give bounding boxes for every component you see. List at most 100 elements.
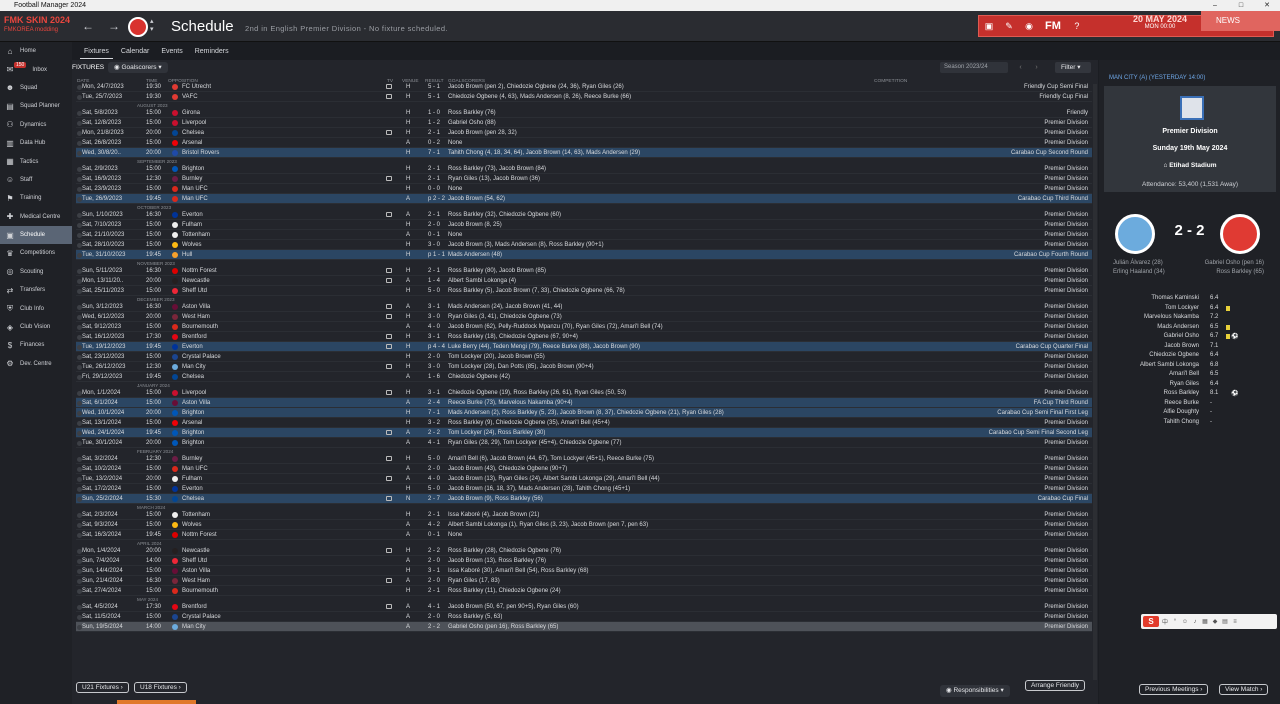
player-rating-row[interactable]: Reece Burke -: [1109, 399, 1269, 409]
sidebar-item-medical-centre[interactable]: ✚ Medical Centre: [0, 208, 72, 226]
fixture-opposition[interactable]: VAFC: [182, 92, 198, 102]
fixture-opposition[interactable]: Liverpool: [182, 388, 206, 398]
fixture-row[interactable]: Sat, 27/4/2024 15:00 Bournemouth H 2 - 1 Ross…: [76, 586, 1092, 596]
fixture-opposition[interactable]: West Ham: [182, 312, 210, 322]
ime-toolbar[interactable]: S 中 ° ☺ ♪ ▦ ◆ ▤ ≡: [1141, 614, 1277, 629]
responsibilities-button[interactable]: ◉ Responsibilities ▾: [940, 685, 1010, 697]
sidebar-item-squad[interactable]: ☻ Squad: [0, 79, 72, 97]
fixture-row[interactable]: Sat, 21/10/2023 15:00 Tottenham A 0 - 1 None P…: [76, 230, 1092, 240]
fixture-opposition[interactable]: FC Utrecht: [182, 82, 211, 92]
fixture-row[interactable]: Sat, 5/8/2023 15:00 Girona H 1 - 0 Ross Barkl…: [76, 108, 1092, 118]
fixture-row[interactable]: Sun, 21/4/2024 16:30 West Ham A 2 - 0 Ryan Gi…: [76, 576, 1092, 586]
player-rating-row[interactable]: Amari'l Bell 6.5: [1109, 370, 1269, 380]
maximize-button[interactable]: □: [1228, 0, 1254, 11]
fixture-row[interactable]: Sat, 9/12/2023 15:00 Bournemouth A 4 - 0 Jaco…: [76, 322, 1092, 332]
fixture-opposition[interactable]: Man UFC: [182, 464, 208, 474]
fixture-row[interactable]: Sat, 25/11/2023 15:00 Sheff Utd H 5 - 0 Ross …: [76, 286, 1092, 296]
fixture-row[interactable]: Sat, 10/2/2024 15:00 Man UFC A 2 - 0 Jacob Br…: [76, 464, 1092, 474]
fixture-opposition[interactable]: Bristol Rovers: [182, 148, 219, 158]
sidebar-item-transfers[interactable]: ⇄ Transfers: [0, 281, 72, 299]
ime-emoji-icon[interactable]: ☺: [1181, 619, 1189, 625]
edit-icon[interactable]: ✎: [999, 21, 1019, 32]
next-season-chevron-icon[interactable]: ›: [1030, 62, 1043, 73]
match-header[interactable]: MAN CITY (A) (YESTERDAY 14:00): [1109, 75, 1205, 81]
fixture-row[interactable]: Mon, 1/4/2024 20:00 Newcastle H 2 - 2 Ross Ba…: [76, 546, 1092, 556]
fixture-opposition[interactable]: Chelsea: [182, 494, 204, 504]
help-icon[interactable]: ?: [1067, 21, 1087, 31]
tab-fixtures[interactable]: Fixtures: [80, 45, 113, 59]
news-button[interactable]: NEWS: [1201, 11, 1280, 31]
fixture-row[interactable]: Mon, 1/1/2024 15:00 Liverpool H 3 - 1 Chiedoz…: [76, 388, 1092, 398]
fixture-opposition[interactable]: Hull: [182, 250, 192, 260]
fixture-opposition[interactable]: Crystal Palace: [182, 612, 221, 622]
fixture-row[interactable]: Sat, 4/5/2024 17:30 Brentford A 4 - 1 Jacob B…: [76, 602, 1092, 612]
fixture-opposition[interactable]: Aston Villa: [182, 566, 210, 576]
filter-button[interactable]: Filter ▾: [1055, 62, 1091, 73]
fixture-opposition[interactable]: Brentford: [182, 602, 207, 612]
fixture-row[interactable]: Sun, 14/4/2024 15:00 Aston Villa H 3 - 1 Issa…: [76, 566, 1092, 576]
view-match-button[interactable]: View Match ›: [1219, 684, 1269, 695]
player-rating-row[interactable]: Gabriel Osho 6.7 ⚽: [1109, 332, 1269, 342]
fixture-opposition[interactable]: Brighton: [182, 408, 204, 418]
fixture-row[interactable]: Sun, 1/10/2023 16:30 Everton A 2 - 1 Ross Bar…: [76, 210, 1092, 220]
fixture-row[interactable]: Sat, 16/12/2023 17:30 Brentford H 3 - 1 Ross …: [76, 332, 1092, 342]
ime-tools-icon[interactable]: ▤: [1221, 618, 1229, 625]
fixture-row[interactable]: Sun, 19/5/2024 14:00 Man City A 2 - 2 Gabriel…: [76, 622, 1092, 632]
fixture-opposition[interactable]: Chelsea: [182, 128, 204, 138]
fixture-opposition[interactable]: Man City: [182, 362, 206, 372]
forward-arrow-icon[interactable]: →: [108, 19, 120, 33]
fixture-opposition[interactable]: Crystal Palace: [182, 352, 221, 362]
fixture-row[interactable]: Sat, 23/12/2023 15:00 Crystal Palace H 2 - 0…: [76, 352, 1092, 362]
fixture-opposition[interactable]: Brighton: [182, 428, 204, 438]
sidebar-item-club-vision[interactable]: ◈ Club Vision: [0, 318, 72, 336]
minimize-button[interactable]: –: [1202, 0, 1228, 11]
fixture-opposition[interactable]: Brighton: [182, 438, 204, 448]
fixture-row[interactable]: Sat, 3/2/2024 12:30 Burnley H 5 - 0 Amari'l B…: [76, 454, 1092, 464]
fixture-opposition[interactable]: Newcastle: [182, 546, 210, 556]
ime-skin-icon[interactable]: ◆: [1211, 618, 1219, 625]
player-rating-row[interactable]: Jacob Brown 7.1: [1109, 342, 1269, 352]
fixture-opposition[interactable]: Tottenham: [182, 510, 210, 520]
fixture-row[interactable]: Tue, 30/1/2024 20:00 Brighton A 4 - 1 Ryan Gi…: [76, 438, 1092, 448]
arrange-friendly-button[interactable]: Arrange Friendly: [1025, 680, 1086, 691]
id-card-icon[interactable]: ▣: [979, 21, 999, 32]
player-rating-row[interactable]: Thomas Kaminski 6.4: [1109, 294, 1269, 304]
fixture-row[interactable]: Sat, 7/10/2023 15:00 Fulham H 2 - 0 Jacob Bro…: [76, 220, 1092, 230]
player-rating-row[interactable]: Chiedozie Ogbene 6.4: [1109, 351, 1269, 361]
fixture-opposition[interactable]: Everton: [182, 342, 203, 352]
player-rating-row[interactable]: Ryan Giles 6.4: [1109, 380, 1269, 390]
sidebar-item-dev-centre[interactable]: ⚙ Dev. Centre: [0, 355, 72, 373]
fixture-row[interactable]: Sun, 25/2/2024 15:30 Chelsea N 2 - 7 Jacob Br…: [76, 494, 1092, 504]
sidebar-item-scouting[interactable]: ◎ Scouting: [0, 263, 72, 281]
player-rating-row[interactable]: Mads Andersen 6.5: [1109, 323, 1269, 333]
fixture-row[interactable]: Sat, 16/9/2023 12:30 Burnley H 2 - 1 Ryan Gil…: [76, 174, 1092, 184]
fixture-opposition[interactable]: Man UFC: [182, 184, 208, 194]
fixture-opposition[interactable]: Arsenal: [182, 418, 202, 428]
fixture-row[interactable]: Tue, 26/12/2023 12:30 Man City H 3 - 0 Tom Lo…: [76, 362, 1092, 372]
player-rating-row[interactable]: Ross Barkley 8.1 ⚽: [1109, 389, 1269, 399]
fixture-opposition[interactable]: Nottm Forest: [182, 266, 217, 276]
sidebar-item-data-hub[interactable]: ▥ Data Hub: [0, 134, 72, 152]
fixture-opposition[interactable]: Brighton: [182, 164, 204, 174]
sidebar-item-home[interactable]: ⌂ Home: [0, 42, 72, 60]
fixture-row[interactable]: Sat, 28/10/2023 15:00 Wolves H 3 - 0 Jacob Br…: [76, 240, 1092, 250]
fixture-row[interactable]: Mon, 21/8/2023 20:00 Chelsea H 2 - 1 Jacob Br…: [76, 128, 1092, 138]
close-button[interactable]: ✕: [1254, 0, 1280, 11]
u18-fixtures-button[interactable]: U18 Fixtures ›: [134, 682, 187, 693]
sidebar-item-inbox[interactable]: ✉ 150 Inbox: [0, 60, 72, 78]
back-arrow-icon[interactable]: ←: [82, 19, 94, 33]
ime-mic-icon[interactable]: ♪: [1191, 619, 1199, 625]
sidebar-item-schedule[interactable]: ▣ Schedule: [0, 225, 72, 245]
fixture-row[interactable]: Sat, 17/2/2024 15:00 Everton H 5 - 0 Jacob Br…: [76, 484, 1092, 494]
fixture-row[interactable]: Sat, 2/3/2024 15:00 Tottenham H 2 - 1 Issa Ka…: [76, 510, 1092, 520]
season-selector[interactable]: Season 2023/24: [940, 62, 1008, 73]
tab-events[interactable]: Events: [157, 45, 186, 59]
prev-season-chevron-icon[interactable]: ‹: [1014, 62, 1027, 73]
fixture-opposition[interactable]: West Ham: [182, 576, 210, 586]
fixture-opposition[interactable]: Fulham: [182, 220, 202, 230]
fixture-opposition[interactable]: Fulham: [182, 474, 202, 484]
player-rating-row[interactable]: Tom Lockyer 6.4: [1109, 304, 1269, 314]
fixture-opposition[interactable]: Brentford: [182, 332, 207, 342]
fixture-opposition[interactable]: Arsenal: [182, 138, 202, 148]
fixture-row[interactable]: Wed, 6/12/2023 20:00 West Ham H 3 - 0 Ryan Gi…: [76, 312, 1092, 322]
